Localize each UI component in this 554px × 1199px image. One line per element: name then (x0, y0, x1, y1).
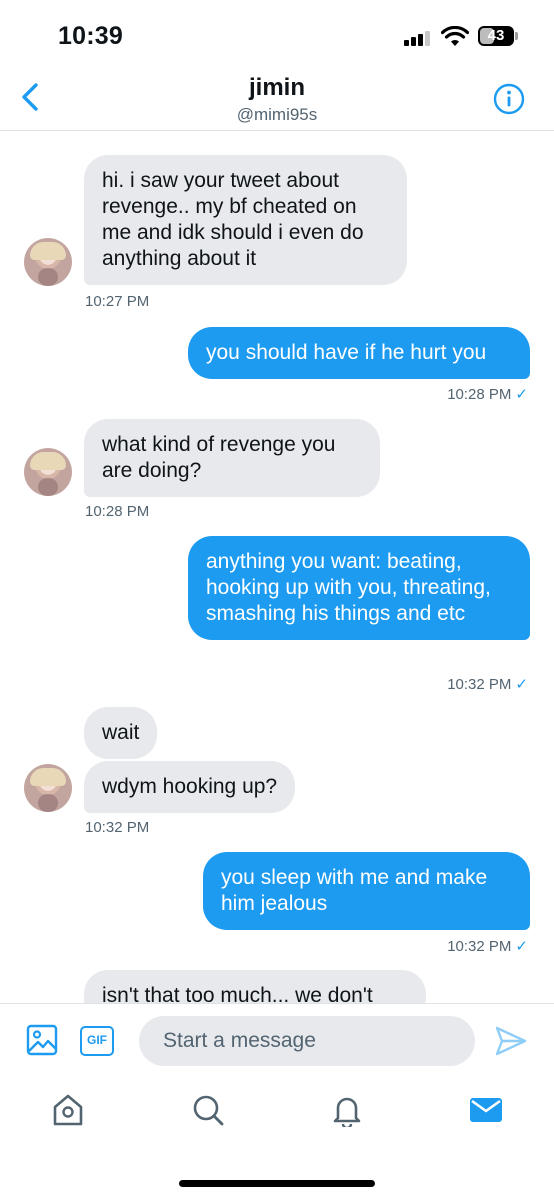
contact-name[interactable]: jimin (0, 74, 554, 102)
sent-message[interactable]: you should have if he hurt you (188, 327, 530, 379)
message-thread[interactable]: hi. i saw your tweet about revenge.. my … (0, 131, 554, 1003)
home-icon[interactable] (51, 1093, 85, 1127)
contact-handle: @mimi95s (236, 105, 318, 124)
message-input[interactable] (139, 1016, 475, 1066)
received-message[interactable]: wdym hooking up? (84, 761, 296, 813)
message-text: isn't that too much... we don't (102, 984, 373, 1003)
message-timestamp: 10:32 PM (85, 819, 150, 836)
message-text: what kind of revenge you are doing? (102, 433, 336, 482)
sent-message[interactable]: you sleep with me and make him jealous (203, 852, 530, 930)
message-text: wdym hooking up? (102, 775, 278, 798)
cellular-signal-icon (404, 30, 432, 46)
message-text: you should have if he hurt you (206, 341, 487, 364)
avatar[interactable] (24, 764, 72, 812)
search-icon[interactable] (191, 1093, 225, 1127)
message-timestamp: 10:27 PM (85, 293, 150, 310)
gif-button[interactable]: GIF (80, 1026, 114, 1056)
bottom-tab-bar (0, 1077, 554, 1199)
battery-tip (515, 32, 518, 40)
home-indicator (179, 1180, 375, 1187)
avatar[interactable] (24, 448, 72, 496)
received-message[interactable]: wait (84, 707, 158, 759)
message-text: anything you want: beating, hooking up w… (206, 550, 491, 625)
messages-icon[interactable] (469, 1093, 503, 1127)
message-text: wait (102, 721, 140, 744)
message-timestamp: 10:28 PM (85, 503, 150, 520)
battery-level: 43 (487, 27, 505, 44)
conversation-header: jimin @mimi95s (0, 70, 554, 131)
received-message[interactable]: isn't that too much... we don't (84, 970, 426, 1003)
notifications-icon[interactable] (330, 1093, 364, 1127)
battery-icon: 43 (478, 26, 514, 46)
avatar[interactable] (24, 238, 72, 286)
received-message[interactable]: hi. i saw your tweet about revenge.. my … (84, 155, 407, 285)
read-check-icon: ✓ (515, 386, 528, 403)
message-text: hi. i saw your tweet about revenge.. my … (102, 169, 364, 270)
message-timestamp: 10:28 PM ✓ (447, 386, 528, 403)
clock: 10:39 (58, 22, 123, 50)
info-icon[interactable] (493, 83, 525, 115)
message-timestamp: 10:32 PM ✓ (447, 676, 528, 693)
status-bar: 10:39 43 (0, 0, 554, 70)
read-check-icon: ✓ (515, 938, 528, 955)
message-timestamp: 10:32 PM ✓ (447, 938, 528, 955)
read-check-icon: ✓ (515, 676, 528, 693)
message-composer: GIF (0, 1003, 554, 1077)
message-text: you sleep with me and make him jealous (221, 866, 488, 915)
sent-message[interactable]: anything you want: beating, hooking up w… (188, 536, 530, 640)
image-icon[interactable] (26, 1024, 58, 1056)
received-message[interactable]: what kind of revenge you are doing? (84, 419, 380, 497)
send-icon[interactable] (495, 1026, 527, 1056)
wifi-icon (441, 26, 469, 46)
